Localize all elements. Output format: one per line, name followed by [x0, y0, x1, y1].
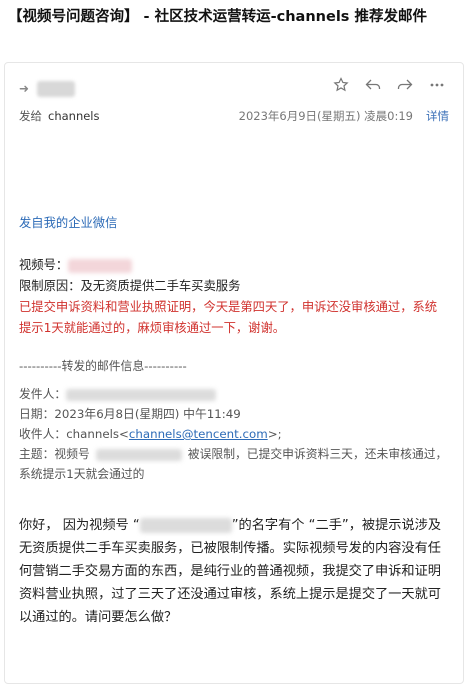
fwd-subject-prefix: 主题：视频号	[19, 447, 90, 461]
appeal-note: 已提交申诉资料和营业执照证明，今天是第四天了，申诉还没审核通过，系统提示1天就能…	[19, 300, 438, 335]
fwd-date: 日期：2023年6月8日(星期四) 中午11:49	[19, 407, 241, 421]
email-subject: 【视频号问题咨询】 - 社区技术运营转运-channels 推荐发邮件	[8, 9, 427, 25]
sender-row: ➜	[19, 81, 75, 97]
recipient-row: 发给 channels	[19, 108, 100, 124]
fwd-to-suffix: >;	[267, 427, 282, 441]
send-date: 2023年6月9日(星期五) 凌晨0:19	[238, 109, 413, 123]
fwd-to-line: 收件人：channels<channels@tencent.com>;	[19, 424, 449, 444]
forward-divider: ----------转发的邮件信息----------	[19, 359, 187, 373]
fwd-subject-line: 主题：视频号 被误限制，已提交申诉资料三天，还未审核通过，系统提示1天就会通过的	[19, 444, 449, 484]
detail-link[interactable]: 详情	[426, 108, 449, 124]
to-label: 发给	[19, 109, 42, 123]
reply-icon[interactable]	[365, 77, 381, 93]
para-1b: ”的名字有个 “二手”，被提示说涉及无资质提供二手车买卖服务，已被限制传播。实际…	[19, 518, 442, 625]
more-icon[interactable]	[429, 77, 445, 93]
fwd-to-prefix: 收件人：channels<	[19, 427, 129, 441]
email-body: 发自我的企业微信 视频号： 限制原因：及无资质提供二手车买卖服务 已提交申诉资料…	[19, 213, 449, 629]
fwd-from-redacted	[66, 388, 217, 401]
star-icon[interactable]	[333, 77, 349, 93]
to-name[interactable]: channels	[48, 109, 100, 123]
mail-toolbar	[333, 77, 445, 93]
fwd-subject-redacted	[95, 448, 182, 461]
channel-label: 视频号：	[19, 258, 69, 272]
from-wecom-link[interactable]: 发自我的企业微信	[19, 213, 449, 234]
fwd-from-label: 发件人：	[19, 387, 67, 401]
reason-label: 限制原因：	[19, 279, 81, 293]
email-card: ➜ 发给 channels 2023年6月9日(星期五) 凌晨0:19 详情 发自…	[4, 62, 464, 684]
main-paragraph: 你好， 因为视频号 “”的名字有个 “二手”，被提示说涉及无资质提供二手车买卖服…	[19, 514, 449, 629]
sender-arrow-icon: ➜	[19, 81, 30, 96]
para-1a: 你好， 因为视频号 “	[19, 518, 140, 533]
reason-line: 限制原因：及无资质提供二手车买卖服务	[19, 276, 449, 297]
channel-line: 视频号：	[19, 255, 449, 276]
forward-icon[interactable]	[397, 77, 413, 93]
fwd-to-email[interactable]: channels@tencent.com	[129, 427, 268, 441]
reason-text: 及无资质提供二手车买卖服务	[80, 279, 241, 293]
channel-name-redacted	[68, 258, 133, 273]
sender-name-redacted	[36, 81, 75, 97]
para-channel-redacted	[139, 517, 232, 533]
fwd-from-line: 发件人：	[19, 384, 449, 404]
